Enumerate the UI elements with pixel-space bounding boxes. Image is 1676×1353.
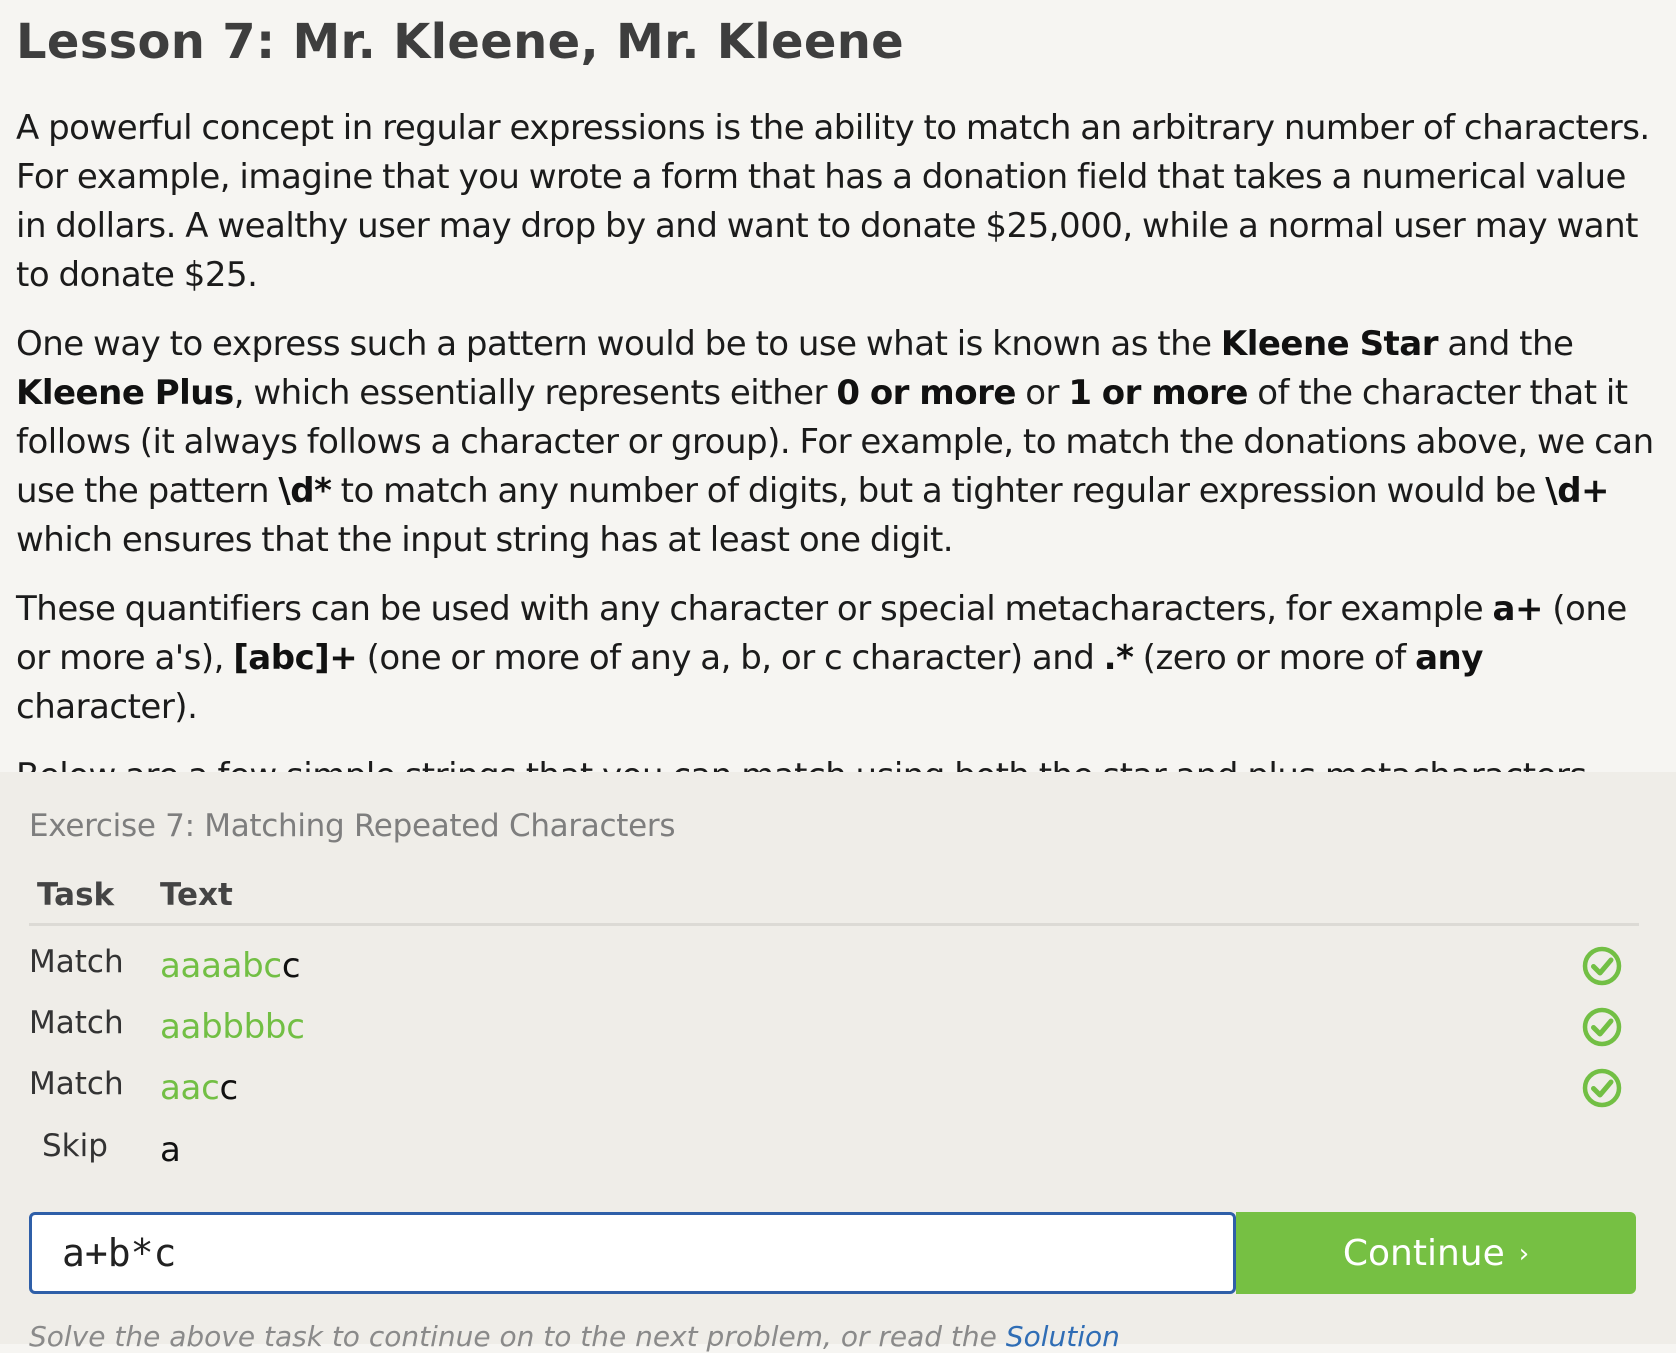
unmatched-portion: c xyxy=(281,946,301,986)
kleene-star-term: Kleene Star xyxy=(1220,324,1439,364)
quantifiers-paragraph: These quantifiers can be used with any c… xyxy=(16,585,1661,732)
solve-hint: Solve the above task to continue on to t… xyxy=(29,1320,1120,1353)
continue-button[interactable]: Continue › xyxy=(1236,1212,1636,1294)
intro-paragraph: A powerful concept in regular expression… xyxy=(16,108,1650,295)
task-label: Skip xyxy=(42,1128,108,1164)
zero-or-more-term: 0 or more xyxy=(836,373,1016,413)
text-span: and the xyxy=(1438,324,1574,364)
task-label: Match xyxy=(29,1005,124,1041)
header-divider xyxy=(29,923,1639,926)
text-span: to match any number of digits, but a tig… xyxy=(331,471,1546,511)
text-span: character). xyxy=(16,687,198,727)
matched-portion: aabbbbc xyxy=(160,1007,305,1047)
text-span: These quantifiers can be used with any c… xyxy=(16,589,1493,629)
test-string: a xyxy=(160,1130,181,1170)
pattern-abc-plus: [abc]+ xyxy=(233,638,358,678)
table-row: Match aabbbbc xyxy=(0,1005,1676,1065)
pattern-d-plus: \d+ xyxy=(1545,471,1610,511)
text-span: (zero or more of xyxy=(1133,638,1416,678)
matched-portion: aaaabc xyxy=(160,946,282,986)
lesson-title: Lesson 7: Mr. Kleene, Mr. Kleene xyxy=(16,14,905,70)
test-string: aabbbbc xyxy=(160,1007,305,1047)
test-string: aacc xyxy=(160,1068,238,1108)
test-string: aaaabcc xyxy=(160,946,301,986)
pattern-a-plus: a+ xyxy=(1492,589,1544,629)
exercise-title: Exercise 7: Matching Repeated Characters xyxy=(29,808,676,844)
text-span: (one or more of any a, b, or c character… xyxy=(357,638,1104,678)
unmatched-portion: c xyxy=(219,1068,238,1108)
matched-portion: aac xyxy=(160,1068,220,1108)
kleene-plus-term: Kleene Plus xyxy=(16,373,234,413)
chevron-right-icon: › xyxy=(1518,1239,1530,1269)
exercise-panel: Exercise 7: Matching Repeated Characters… xyxy=(0,772,1676,1353)
table-row: Match aacc xyxy=(0,1066,1676,1126)
unmatched-portion: a xyxy=(160,1130,181,1170)
table-row: Skip a xyxy=(0,1128,1676,1188)
check-circle-icon xyxy=(1582,946,1622,986)
check-circle-icon xyxy=(1582,1007,1622,1047)
task-label: Match xyxy=(29,944,124,980)
check-circle-icon xyxy=(1582,1068,1622,1108)
continue-label: Continue xyxy=(1342,1233,1505,1274)
text-column-header: Text xyxy=(160,877,233,913)
any-term: any xyxy=(1415,638,1483,678)
hint-text: Solve the above task to continue on to t… xyxy=(29,1320,1006,1353)
text-span: which ensures that the input string has … xyxy=(16,520,954,560)
text-span: , which essentially represents either xyxy=(233,373,837,413)
task-column-header: Task xyxy=(37,877,115,913)
pattern-d-star: \d* xyxy=(278,471,332,511)
text-span: One way to express such a pattern would … xyxy=(16,324,1221,364)
kleene-paragraph: One way to express such a pattern would … xyxy=(16,320,1661,565)
solution-link[interactable]: Solution xyxy=(1006,1320,1120,1353)
pattern-dot-star: .* xyxy=(1103,638,1134,678)
task-label: Match xyxy=(29,1066,124,1102)
regex-input[interactable] xyxy=(29,1212,1236,1294)
text-span: or xyxy=(1015,373,1069,413)
table-row: Match aaaabcc xyxy=(0,944,1676,1004)
one-or-more-term: 1 or more xyxy=(1068,373,1248,413)
lesson-content: Lesson 7: Mr. Kleene, Mr. Kleene A power… xyxy=(16,0,1661,801)
